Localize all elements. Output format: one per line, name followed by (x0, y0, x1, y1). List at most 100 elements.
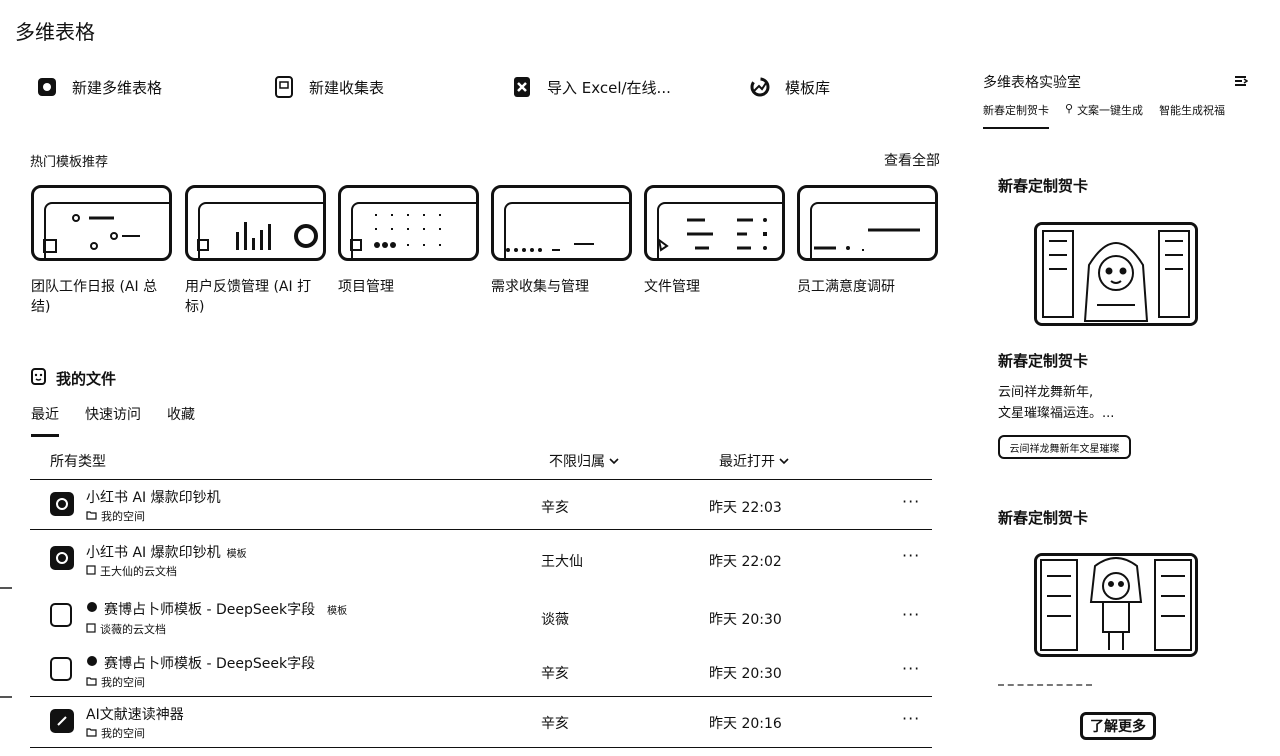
table-row[interactable]: 赛博占卜师模板 - DeepSeek字段 模板 谈薇的云文档 谈薇 昨天 20:3… (30, 591, 932, 647)
document-icon (31, 368, 46, 389)
file-location-label: 谈薇的云文档 (100, 623, 166, 636)
sort-filter-label: 最近打开 (719, 454, 775, 470)
file-location-label: 我的空间 (101, 727, 145, 740)
template-card[interactable]: 用户反馈管理 (AI 打标) (185, 185, 326, 317)
template-library-button[interactable]: 模板库 (749, 72, 830, 102)
template-name: 需求收集与管理 (491, 279, 589, 295)
folder-icon (86, 510, 97, 523)
file-location: 我的空间 (86, 674, 145, 690)
file-location: 王大仙的云文档 (86, 563, 177, 579)
file-name[interactable]: AI文献速读神器 (86, 704, 184, 724)
new-table-button[interactable]: 新建多维表格 (36, 72, 162, 102)
collapse-panel-icon[interactable] (1234, 73, 1249, 92)
file-type-icon (50, 657, 72, 681)
tab-favorites[interactable]: 收藏 (167, 404, 195, 437)
file-time: 昨天 22:02 (709, 554, 782, 570)
tab-blessing[interactable]: 智能生成祝福 (1159, 102, 1225, 129)
file-location-label: 我的空间 (101, 510, 145, 523)
folder-icon (86, 727, 97, 740)
tab-recent[interactable]: 最近 (31, 404, 59, 437)
file-owner: 辛亥 (541, 716, 569, 732)
template-name: 团队工作日报 (AI 总结) (31, 279, 158, 315)
file-name: 赛博占卜师模板 - DeepSeek字段 (104, 656, 316, 672)
file-type-icon (50, 492, 74, 516)
table-row[interactable]: 小红书 AI 爆款印钞机 模板 王大仙的云文档 王大仙 昨天 22:02 ··· (30, 529, 932, 585)
divider (0, 696, 12, 698)
tab-spring-card[interactable]: 新春定制贺卡 (983, 102, 1049, 129)
file-name-wrap[interactable]: 小红书 AI 爆款印钞机 模板 (86, 542, 247, 562)
learn-more-button[interactable]: 了解更多 (1080, 712, 1156, 740)
file-name-wrap[interactable]: 赛博占卜师模板 - DeepSeek字段 模板 (86, 599, 347, 619)
table-row[interactable]: 赛博占卜师模板 - DeepSeek字段 我的空间 辛亥 昨天 20:30 ··… (30, 647, 932, 696)
card-title: 新春定制贺卡 (998, 177, 1089, 195)
template-thumbnail (491, 185, 632, 261)
type-filter[interactable]: 所有类型 (50, 451, 106, 471)
more-options-icon[interactable]: ··· (902, 659, 920, 678)
template-card[interactable]: 项目管理 (338, 185, 479, 297)
table-row[interactable]: AI文献速读神器 我的空间 辛亥 昨天 20:16 ··· (30, 696, 932, 748)
tab-quick-access[interactable]: 快速访问 (85, 404, 141, 437)
file-name-wrap[interactable]: 赛博占卜师模板 - DeepSeek字段 (86, 653, 315, 673)
import-icon (511, 76, 533, 98)
table-row[interactable]: 小红书 AI 爆款印钞机 我的空间 辛亥 昨天 22:03 ··· (30, 479, 932, 531)
import-label: 导入 Excel/在线... (547, 78, 671, 97)
sort-filter[interactable]: 最近打开 (719, 451, 789, 471)
ai-icon (86, 601, 98, 617)
file-time: 昨天 20:16 (709, 716, 782, 732)
template-card[interactable]: 需求收集与管理 (491, 185, 632, 297)
tab-copywriting-label: 文案一键生成 (1077, 104, 1144, 117)
file-location: 谈薇的云文档 (86, 621, 166, 637)
file-name[interactable]: 小红书 AI 爆款印钞机 (86, 487, 221, 507)
template-card[interactable]: 员工满意度调研 (797, 185, 938, 297)
template-card[interactable]: 团队工作日报 (AI 总结) (31, 185, 172, 317)
owner-filter-label: 不限归属 (549, 454, 605, 470)
more-options-icon[interactable]: ··· (902, 492, 920, 511)
more-options-icon[interactable]: ··· (902, 546, 920, 565)
template-badge: 模板 (327, 605, 348, 617)
card-desc-line-1: 云间祥龙舞新年, (998, 385, 1094, 400)
cloud-doc-icon (86, 564, 96, 578)
cloud-doc-icon (86, 622, 96, 636)
card-action-button[interactable]: 云间祥龙舞新年文星璀璨 (998, 435, 1131, 459)
template-library-label: 模板库 (785, 78, 831, 97)
file-time: 昨天 22:03 (709, 500, 782, 516)
owner-filter[interactable]: 不限归属 (549, 451, 619, 471)
hot-templates-label: 热门模板推荐 (30, 155, 109, 170)
file-type-icon (50, 709, 74, 733)
sidebar-title: 多维表格实验室 (983, 75, 1081, 91)
file-location-label: 我的空间 (101, 676, 145, 689)
greeting-card-image[interactable] (1034, 553, 1198, 657)
template-thumbnail (797, 185, 938, 261)
greeting-card-image[interactable] (1034, 222, 1198, 326)
file-owner: 王大仙 (541, 554, 583, 570)
file-type-icon (50, 546, 74, 570)
new-form-label: 新建收集表 (309, 78, 385, 97)
card-subtitle: 新春定制贺卡 (998, 352, 1089, 370)
import-button[interactable]: 导入 Excel/在线... (511, 72, 671, 102)
ai-icon (86, 655, 98, 671)
template-name: 文件管理 (644, 279, 700, 295)
more-options-icon[interactable]: ··· (902, 709, 920, 728)
my-files-header: 我的文件 (31, 368, 116, 389)
template-thumbnail (31, 185, 172, 261)
new-table-label: 新建多维表格 (72, 78, 163, 97)
new-form-button[interactable]: 新建收集表 (273, 72, 384, 102)
more-options-icon[interactable]: ··· (902, 605, 920, 624)
template-name: 用户反馈管理 (AI 打标) (185, 279, 312, 315)
template-icon (749, 76, 771, 98)
form-icon (273, 76, 295, 98)
file-location: 我的空间 (86, 508, 145, 524)
divider (0, 587, 12, 589)
view-all-link[interactable]: 查看全部 (884, 150, 940, 170)
file-time: 昨天 20:30 (709, 666, 782, 682)
table-icon (36, 76, 58, 98)
tab-copywriting[interactable]: ⚲ 文案一键生成 (1065, 102, 1143, 129)
divider (998, 684, 1092, 686)
file-location: 我的空间 (86, 725, 145, 741)
template-name: 项目管理 (338, 279, 394, 295)
card-title: 新春定制贺卡 (998, 509, 1089, 527)
sidebar-tabs: 新春定制贺卡 ⚲ 文案一键生成 智能生成祝福 (983, 102, 1225, 129)
template-card[interactable]: 文件管理 (644, 185, 785, 297)
file-time: 昨天 20:30 (709, 612, 782, 628)
template-name: 员工满意度调研 (797, 279, 895, 295)
